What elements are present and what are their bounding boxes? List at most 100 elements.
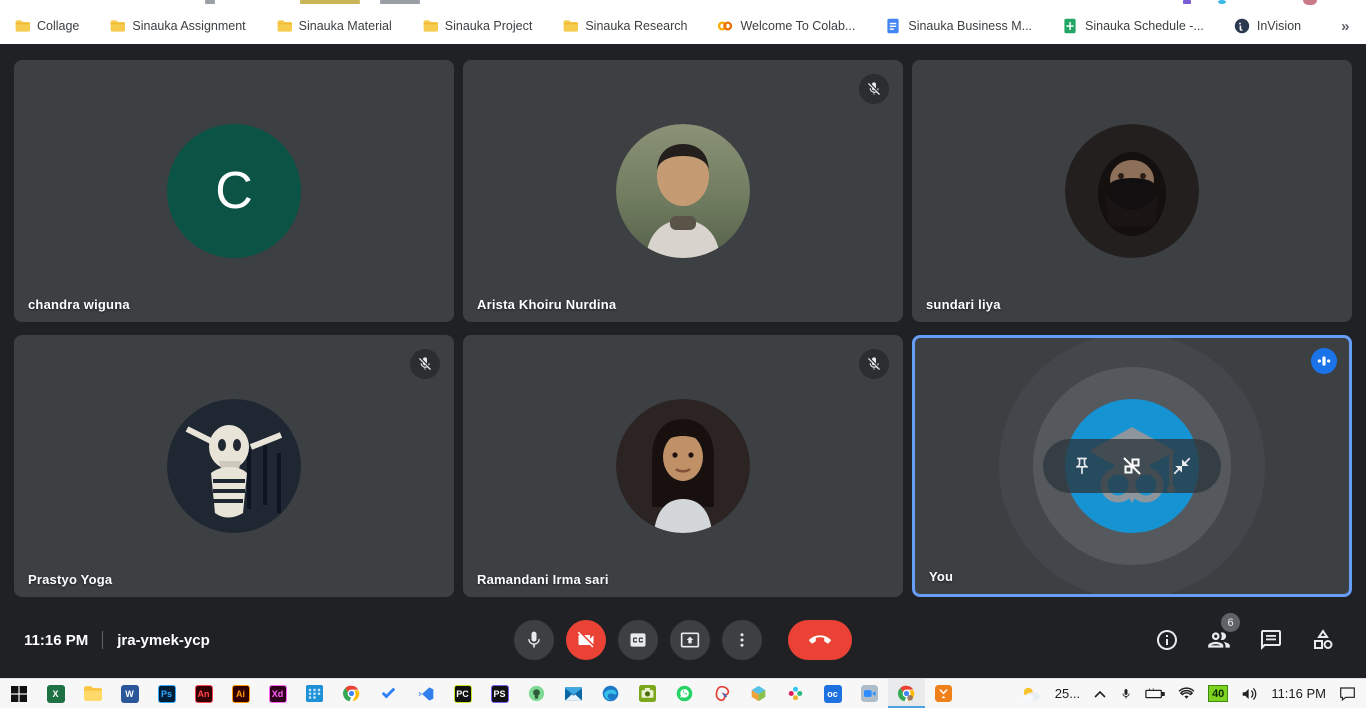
- taskbar-pycharm[interactable]: PC: [444, 679, 481, 708]
- tray-clock[interactable]: 11:16 PM: [1271, 686, 1326, 701]
- taskbar-calendar[interactable]: [296, 679, 333, 708]
- taskbar-red-design-app[interactable]: [703, 679, 740, 708]
- taskbar-excel[interactable]: X: [37, 679, 74, 708]
- captions-icon: [628, 630, 648, 650]
- browser-toolbar-remnant: [0, 0, 1366, 8]
- bookmark-sinauka-business[interactable]: Sinauka Business M...: [885, 18, 1032, 34]
- bookmark-colab[interactable]: Welcome To Colab...: [717, 18, 855, 34]
- blue-check-icon: [380, 685, 397, 702]
- bookmark-label: Sinauka Assignment: [132, 19, 245, 33]
- meeting-panels: 6: [1154, 627, 1336, 653]
- battery-percent-badge[interactable]: 40: [1208, 685, 1228, 702]
- taskbar-slack-like-app[interactable]: [777, 679, 814, 708]
- taskbar-whatsapp[interactable]: [666, 679, 703, 708]
- adobe-xd-icon: Xd: [269, 685, 287, 703]
- taskbar-adobe-xd[interactable]: Xd: [259, 679, 296, 708]
- participant-tile-prastyo[interactable]: Prastyo Yoga: [14, 335, 454, 597]
- mic-button[interactable]: [514, 620, 554, 660]
- tray-overflow-chevron[interactable]: [1093, 689, 1107, 699]
- participant-name: Prastyo Yoga: [28, 572, 112, 587]
- pin-tile-button[interactable]: [1068, 452, 1096, 480]
- participant-tile-ramandani[interactable]: Ramandani Irma sari: [463, 335, 903, 597]
- bookmark-sinauka-schedule[interactable]: Sinauka Schedule -...: [1062, 18, 1204, 34]
- bookmark-sinauka-project[interactable]: Sinauka Project: [422, 18, 533, 34]
- camera-off-button[interactable]: [566, 620, 606, 660]
- taskbar-hexagon-app[interactable]: [740, 679, 777, 708]
- participant-tile-chandra-wiguna[interactable]: C chandra wiguna: [14, 60, 454, 322]
- edge-icon: [602, 685, 619, 702]
- address-bar-remnant: [205, 0, 215, 4]
- tray-battery-icon[interactable]: [1145, 688, 1165, 700]
- bookmark-collage[interactable]: Collage: [14, 18, 79, 34]
- hexagon-app-icon: [750, 685, 767, 702]
- weather-icon[interactable]: [1020, 685, 1042, 703]
- bookmark-folder-icon: [562, 18, 578, 34]
- bookmark-sinauka-material[interactable]: Sinauka Material: [276, 18, 392, 34]
- taskbar-chrome[interactable]: [333, 679, 370, 708]
- bookmarks-overflow-chevron[interactable]: »: [1331, 18, 1359, 35]
- participant-tile-you[interactable]: You: [912, 335, 1352, 597]
- taskbar-mail[interactable]: [555, 679, 592, 708]
- hang-up-button[interactable]: [788, 620, 852, 660]
- taskbar-word[interactable]: W: [111, 679, 148, 708]
- avatar-photo-image: [616, 124, 750, 258]
- chat-button[interactable]: [1258, 627, 1284, 653]
- phpstorm-icon: PS: [491, 685, 509, 703]
- taskbar-illustrator[interactable]: Ai: [222, 679, 259, 708]
- chrome-icon: [898, 685, 915, 702]
- word-icon: W: [121, 685, 139, 703]
- participant-tile-sundari[interactable]: sundari liya: [912, 60, 1352, 322]
- address-bar-remnant: [380, 0, 420, 4]
- taskbar-animate[interactable]: An: [185, 679, 222, 708]
- chrome-icon: [343, 685, 360, 702]
- mail-icon: [565, 687, 582, 701]
- taskbar-photoshop[interactable]: Ps: [148, 679, 185, 708]
- tray-mic-icon[interactable]: [1120, 686, 1132, 702]
- start-button[interactable]: [0, 679, 37, 708]
- more-options-icon: [733, 631, 751, 649]
- minimize-tile-button[interactable]: [1168, 452, 1196, 480]
- taskbar-checkmark-app[interactable]: [370, 679, 407, 708]
- minimize-icon: [1172, 456, 1192, 476]
- remove-tile-button[interactable]: [1118, 452, 1146, 480]
- taskbar-file-explorer[interactable]: [74, 679, 111, 708]
- android-icon: [528, 685, 545, 702]
- participant-name: Ramandani Irma sari: [477, 572, 609, 587]
- avatar-photo: [616, 124, 750, 258]
- taskbar-android-tool[interactable]: [518, 679, 555, 708]
- address-bar-remnant: [300, 0, 360, 4]
- weather-temperature[interactable]: 25...: [1055, 686, 1080, 701]
- avatar-photo-image: [1065, 124, 1199, 258]
- taskbar-xampp[interactable]: [925, 679, 962, 708]
- photoshop-icon: Ps: [158, 685, 176, 703]
- participant-tile-arista[interactable]: Arista Khoiru Nurdina: [463, 60, 903, 322]
- activities-button[interactable]: [1310, 627, 1336, 653]
- taskbar-edge[interactable]: [592, 679, 629, 708]
- participants-button[interactable]: 6: [1206, 627, 1232, 653]
- present-button[interactable]: [670, 620, 710, 660]
- action-center-icon[interactable]: [1339, 686, 1356, 701]
- oc-app-icon: oc: [824, 685, 842, 703]
- tray-volume-icon[interactable]: [1241, 687, 1258, 701]
- bookmark-sinauka-research[interactable]: Sinauka Research: [562, 18, 687, 34]
- taskbar-phpstorm[interactable]: PS: [481, 679, 518, 708]
- extension-icon: [1218, 0, 1226, 4]
- avatar-photo: [1065, 124, 1199, 258]
- avatar-photo: [167, 399, 301, 533]
- more-options-button[interactable]: [722, 620, 762, 660]
- captions-button[interactable]: [618, 620, 658, 660]
- colab-icon: [717, 18, 733, 34]
- taskbar-chrome-active[interactable]: [888, 679, 925, 708]
- bookmarks-right-group: » Other bookmarks: [1331, 17, 1366, 35]
- meeting-details-button[interactable]: [1154, 627, 1180, 653]
- bookmark-sinauka-assignment[interactable]: Sinauka Assignment: [109, 18, 245, 34]
- tile-hover-toolbar: [1043, 439, 1221, 493]
- taskbar-oc-app[interactable]: oc: [814, 679, 851, 708]
- meeting-info: 11:16 PM jra-ymek-ycp: [24, 631, 210, 649]
- tray-wifi-icon[interactable]: [1178, 687, 1195, 700]
- muted-indicator: [410, 349, 440, 379]
- taskbar-camera-app[interactable]: [629, 679, 666, 708]
- taskbar-video-app[interactable]: [851, 679, 888, 708]
- bookmark-invision[interactable]: InVision: [1234, 18, 1301, 34]
- taskbar-vscode[interactable]: [407, 679, 444, 708]
